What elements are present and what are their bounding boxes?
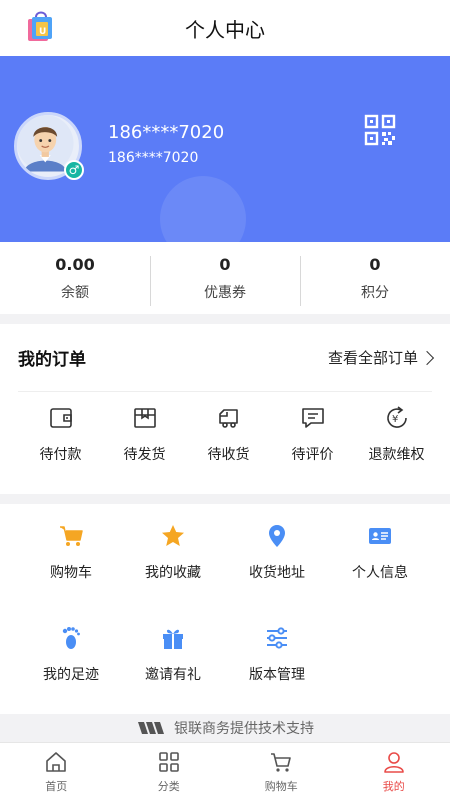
user-name: 186****7020 (108, 122, 225, 143)
wallet-icon (49, 408, 72, 428)
order-status-label: 待付款 (39, 447, 82, 463)
unionpay-logo-icon (138, 722, 164, 734)
chevron-right-icon (419, 350, 435, 365)
tab-label: 我的 (382, 779, 405, 793)
user-icon (383, 751, 404, 773)
id-card-icon (369, 528, 391, 544)
my-orders-section: 我的订单 查看全部订单 待付款 待发货 待收货 待评价 ¥ 退款维权 (0, 324, 450, 494)
tab-home[interactable]: 首页 (0, 743, 113, 800)
stat-coupons[interactable]: 0 优惠券 (150, 242, 300, 314)
footprint-icon (62, 627, 80, 649)
svg-text:U: U (39, 27, 46, 37)
order-status-label: 待评价 (291, 447, 334, 463)
stat-label: 优惠券 (204, 284, 246, 301)
tool-cart[interactable]: 购物车 (16, 522, 126, 582)
stat-value: 0.00 (55, 254, 95, 274)
sliders-icon (267, 627, 287, 649)
qr-code-icon[interactable] (364, 114, 396, 146)
box-icon (133, 408, 156, 428)
tool-label: 购物车 (50, 565, 92, 581)
stat-label: 积分 (361, 284, 389, 301)
tab-label: 购物车 (264, 779, 298, 793)
order-status-row: 待付款 待发货 待收货 待评价 ¥ 退款维权 (0, 404, 450, 464)
tool-label: 个人信息 (352, 565, 408, 581)
truck-icon (218, 409, 238, 428)
cart-icon (60, 526, 83, 546)
account-stats: 0.00 余额 0 优惠券 0 积分 (0, 242, 450, 314)
tab-mine[interactable]: 我的 (338, 743, 450, 800)
refund-icon: ¥ (386, 406, 407, 428)
tool-profile-info[interactable]: 个人信息 (325, 522, 435, 582)
tool-version-management[interactable]: 版本管理 (222, 624, 332, 684)
view-all-orders-label: 查看全部订单 (327, 349, 418, 367)
tool-favorites[interactable]: 我的收藏 (118, 522, 228, 582)
cart-icon (271, 752, 292, 772)
app-header: U 个人中心 (0, 0, 450, 56)
order-status-label: 退款维权 (368, 447, 425, 463)
gift-icon (163, 629, 183, 649)
svg-text:¥: ¥ (392, 414, 398, 425)
tool-label: 我的足迹 (43, 667, 99, 683)
orders-title: 我的订单 (18, 350, 86, 370)
tool-footprints[interactable]: 我的足迹 (16, 624, 126, 684)
stat-points[interactable]: 0 积分 (300, 242, 450, 314)
location-icon (269, 525, 285, 547)
grid-icon (158, 751, 179, 772)
orders-header: 我的订单 查看全部订单 (18, 324, 435, 392)
stat-label: 余额 (61, 284, 89, 301)
tab-label: 分类 (157, 779, 180, 793)
tool-label: 收货地址 (249, 565, 305, 581)
stat-balance[interactable]: 0.00 余额 (0, 242, 150, 314)
order-pending-payment[interactable]: 待付款 (19, 404, 102, 464)
home-icon (46, 751, 67, 772)
view-all-orders-link[interactable]: 查看全部订单 (327, 347, 435, 368)
profile-banner: ♂ 186****7020 186****7020 (0, 56, 450, 242)
bottom-tab-bar: 首页 分类 购物车 我的 (0, 742, 450, 800)
comment-icon (301, 408, 324, 428)
order-refund[interactable]: ¥ 退款维权 (355, 404, 438, 464)
order-pending-review[interactable]: 待评价 (271, 404, 354, 464)
gender-male-badge: ♂ (64, 160, 84, 180)
tool-address[interactable]: 收货地址 (222, 522, 332, 582)
tab-label: 首页 (45, 779, 68, 793)
tools-grid: 购物车 我的收藏 收货地址 个人信息 我的足迹 邀请有礼 版本管理 (0, 504, 450, 714)
page-title: 个人中心 (185, 17, 265, 42)
decorative-bubble (160, 176, 246, 242)
tool-label: 我的收藏 (145, 565, 201, 581)
tech-support-credit: 银联商务提供技术支持 (0, 714, 450, 742)
tab-cart[interactable]: 购物车 (225, 743, 338, 800)
order-status-label: 待收货 (207, 447, 250, 463)
tool-label: 邀请有礼 (145, 667, 201, 683)
order-pending-receipt[interactable]: 待收货 (187, 404, 270, 464)
credit-text: 银联商务提供技术支持 (174, 721, 314, 737)
stat-value: 0 (219, 254, 231, 274)
tab-category[interactable]: 分类 (113, 743, 226, 800)
order-pending-shipment[interactable]: 待发货 (103, 404, 186, 464)
tool-invite[interactable]: 邀请有礼 (118, 624, 228, 684)
shopping-bag-logo-icon: U (28, 11, 52, 41)
stat-value: 0 (369, 254, 381, 274)
tool-label: 版本管理 (249, 667, 305, 683)
order-status-label: 待发货 (123, 447, 166, 463)
user-account: 186****7020 (108, 150, 199, 166)
star-icon (162, 525, 184, 546)
